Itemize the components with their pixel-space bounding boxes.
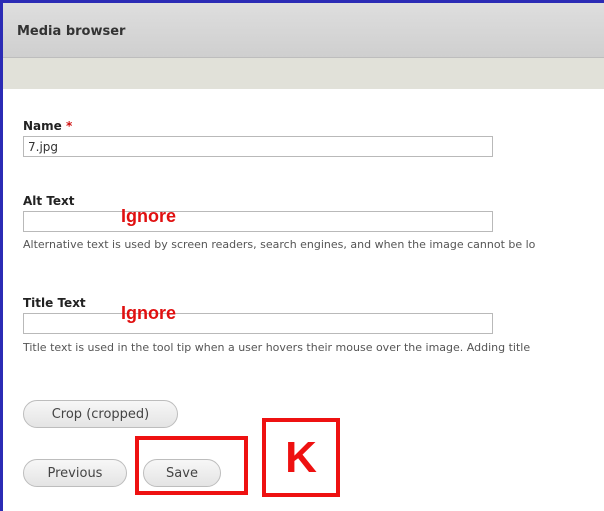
- required-mark: *: [65, 119, 73, 133]
- name-input[interactable]: 7.jpg: [23, 136, 493, 157]
- title-text-label: Title Text: [23, 296, 86, 310]
- dialog-title: Media browser: [17, 24, 126, 39]
- name-label: Name *: [23, 119, 72, 133]
- marker-k-label: K: [262, 418, 340, 497]
- save-highlight-box: [135, 436, 248, 495]
- alt-text-label: Alt Text: [23, 194, 75, 208]
- name-label-text: Name: [23, 119, 62, 133]
- title-text-input[interactable]: [23, 313, 493, 334]
- crop-button[interactable]: Crop (cropped): [23, 400, 178, 428]
- alt-text-input[interactable]: [23, 211, 493, 232]
- alt-text-description: Alternative text is used by screen reade…: [23, 238, 536, 251]
- ignore-annotation-alt: Ignore: [121, 206, 177, 226]
- previous-button[interactable]: Previous: [23, 459, 127, 487]
- dialog-toolbar: [3, 58, 604, 89]
- dialog-titlebar: Media browser: [3, 3, 604, 58]
- title-text-description: Title text is used in the tool tip when …: [23, 341, 531, 354]
- ignore-annotation-title: Ignore: [121, 303, 177, 323]
